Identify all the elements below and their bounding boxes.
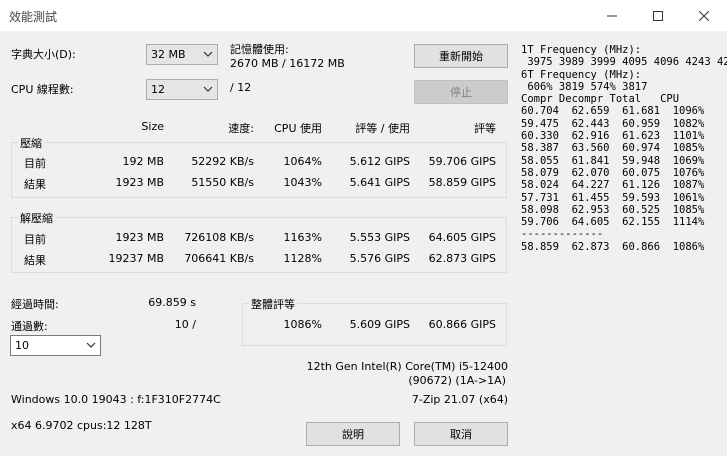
pass-table-header: Compr Decompr Total CPU	[521, 93, 680, 106]
row-size: 1923 MB	[115, 231, 164, 244]
close-icon	[699, 10, 709, 21]
pass-row: 58.079 62.070 60.075 1076%	[521, 166, 705, 179]
dictionary-select[interactable]: 32 MB	[146, 44, 218, 65]
compress-title: 壓縮	[18, 135, 44, 151]
os-info: Windows 10.0 19043 : f:1F310F2774C	[11, 393, 221, 406]
chevron-down-icon	[86, 342, 96, 348]
pass-row: 58.098 62.953 60.525 1085%	[521, 203, 705, 216]
row-rating: 59.706 GIPS	[428, 155, 496, 168]
header-speed: 速度:	[228, 122, 254, 135]
pass-row: 60.330 62.916 61.623 1101%	[521, 130, 705, 143]
chevron-down-icon	[203, 51, 213, 57]
cpu-model: 12th Gen Intel(R) Core(TM) i5-12400	[306, 360, 508, 373]
row-rating-per-usage: 5.641 GIPS	[349, 176, 410, 189]
pass-row: 58.055 61.841 59.948 1069%	[521, 154, 705, 167]
cancel-button[interactable]: 取消	[414, 422, 508, 446]
pass-row: 58.387 63.560 60.974 1085%	[521, 142, 705, 155]
header-size: Size	[141, 120, 164, 133]
minimize-button[interactable]	[589, 0, 635, 31]
row-cpu: 1043%	[283, 176, 322, 189]
pass-table-separator: -------------	[521, 228, 604, 241]
total-rating: 60.866 GIPS	[428, 318, 496, 331]
decompress-title: 解壓縮	[18, 210, 55, 226]
passes-select-value: 10	[15, 339, 29, 352]
title-bar: 效能測試	[0, 0, 727, 31]
row-cpu: 1064%	[283, 155, 322, 168]
compress-group	[11, 142, 507, 198]
passes-label: 通過數:	[11, 320, 48, 333]
row-speed: 706641 KB/s	[184, 252, 254, 265]
passes-value: 10 /	[174, 318, 196, 331]
pass-row: 59.475 62.443 60.959 1082%	[521, 117, 705, 130]
total-rating-per-usage: 5.609 GIPS	[349, 318, 410, 331]
row-cpu: 1163%	[283, 231, 322, 244]
elapsed-label: 經過時間:	[11, 298, 59, 311]
stop-button[interactable]: 停止	[414, 80, 508, 104]
memory-value: 2670 MB / 16172 MB	[230, 57, 345, 70]
threads-value: 12	[151, 83, 165, 96]
row-label: 結果	[24, 254, 46, 267]
row-label: 結果	[24, 178, 46, 191]
pass-row: 60.704 62.659 61.681 1096%	[521, 105, 705, 118]
threads-select[interactable]: 12	[146, 79, 218, 100]
pass-row: 57.731 61.455 59.593 1061%	[521, 191, 705, 204]
row-rating-per-usage: 5.576 GIPS	[349, 252, 410, 265]
row-size: 192 MB	[122, 155, 164, 168]
row-speed: 52292 KB/s	[191, 155, 254, 168]
minimize-icon	[607, 15, 617, 16]
header-rating-per-usage: 評等 / 使用	[355, 122, 410, 135]
header-rating: 評等	[474, 122, 496, 135]
row-label: 目前	[24, 157, 46, 170]
pass-row: 58.024 64.227 61.126 1087%	[521, 179, 705, 192]
arch-info: x64 6.9702 cpus:12 128T	[11, 419, 152, 432]
total-rating-title: 整體評等	[249, 296, 297, 312]
memory-label: 記憶體使用:	[230, 43, 289, 56]
cpu-id: (90672) (1A->1A)	[408, 374, 506, 387]
pass-row: 59.706 64.605 62.155 1114%	[521, 216, 705, 229]
version-info: 7-Zip 21.07 (x64)	[411, 393, 508, 406]
row-speed: 51550 KB/s	[191, 176, 254, 189]
freq-1t-label: 1T Frequency (MHz):	[521, 44, 642, 56]
freq-6t-values: 606% 3819 574% 3817	[521, 80, 648, 93]
threads-max: / 12	[230, 81, 252, 94]
freq-1t-values: 3975 3989 3999 4095 4096 4243 4274	[521, 56, 727, 69]
passes-select[interactable]: 10	[10, 335, 101, 356]
row-label: 目前	[24, 233, 46, 246]
row-size: 1923 MB	[115, 176, 164, 189]
row-speed: 726108 KB/s	[184, 231, 254, 244]
row-rating-per-usage: 5.553 GIPS	[349, 231, 410, 244]
row-rating: 58.859 GIPS	[428, 176, 496, 189]
maximize-button[interactable]	[635, 0, 681, 31]
close-button[interactable]	[681, 0, 727, 31]
freq-6t-label: 6T Frequency (MHz):	[521, 68, 642, 81]
chevron-down-icon	[203, 86, 213, 92]
threads-label: CPU 線程數:	[11, 83, 74, 96]
restart-button[interactable]: 重新開始	[414, 44, 508, 68]
elapsed-value: 69.859 s	[148, 296, 196, 309]
row-size: 19237 MB	[108, 252, 164, 265]
window-title: 效能測試	[9, 10, 58, 24]
header-cpu: CPU 使用	[274, 122, 322, 135]
row-rating: 62.873 GIPS	[428, 252, 496, 265]
dictionary-label: 字典大小(D):	[11, 48, 76, 61]
pass-table-total: 58.859 62.873 60.866 1086%	[521, 240, 705, 253]
dictionary-value: 32 MB	[151, 48, 186, 61]
row-cpu: 1128%	[283, 252, 322, 265]
frequency-log: 1T Frequency (MHz): 3975 3989 3999 4095 …	[521, 44, 727, 253]
help-button[interactable]: 說明	[306, 422, 400, 446]
total-cpu: 1086%	[283, 318, 322, 331]
row-rating-per-usage: 5.612 GIPS	[349, 155, 410, 168]
maximize-icon	[653, 10, 663, 21]
row-rating: 64.605 GIPS	[428, 231, 496, 244]
